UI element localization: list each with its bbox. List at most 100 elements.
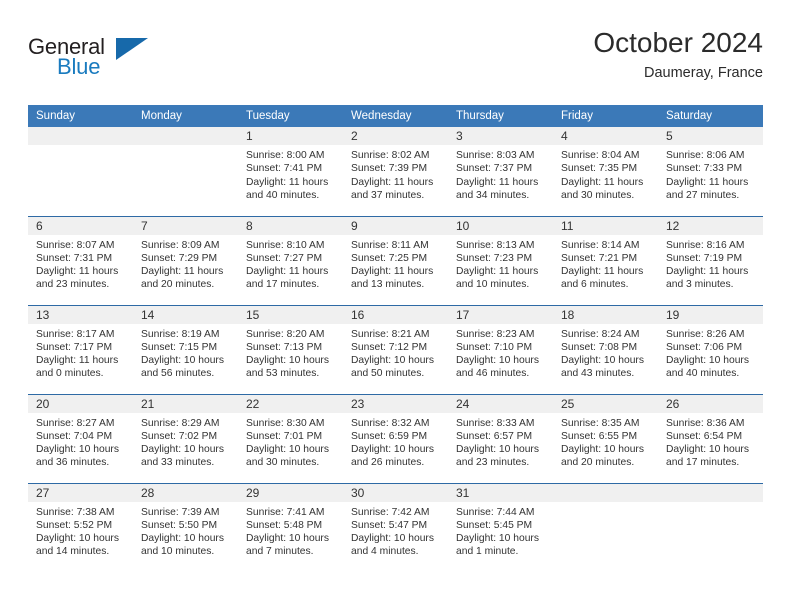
day-number: 15: [238, 305, 343, 324]
calendar-day-cell[interactable]: 6 Sunrise: 8:07 AM Sunset: 7:31 PM Daylight…: [28, 215, 133, 305]
calendar-week-row: 27 Sunrise: 7:38 AM Sunset: 5:52 PM Dayligh…: [28, 482, 763, 573]
day-cell-inner: 23 Sunrise: 8:32 AM Sunset: 6:59 PM Dayligh…: [343, 394, 448, 483]
day-cell-inner: 19 Sunrise: 8:26 AM Sunset: 7:06 PM Dayligh…: [658, 305, 763, 394]
sunrise-text: Sunrise: 8:03 AM: [456, 150, 535, 161]
sunset-text: Sunset: 7:12 PM: [351, 341, 428, 353]
sunset-text: Sunset: 7:17 PM: [36, 341, 113, 353]
day-details: Sunrise: 8:04 AM Sunset: 7:35 PM Daylight:…: [553, 145, 658, 202]
sunset-text: Sunset: 7:04 PM: [36, 430, 113, 442]
day-details: Sunrise: 8:09 AM Sunset: 7:29 PM Daylight:…: [133, 235, 238, 292]
calendar-day-cell[interactable]: 21 Sunrise: 8:29 AM Sunset: 7:02 PM Dayligh…: [133, 393, 238, 483]
daylight-text: Daylight: 10 hours and 10 minutes.: [141, 533, 224, 558]
calendar-day-cell[interactable]: 31 Sunrise: 7:44 AM Sunset: 5:45 PM Dayligh…: [448, 482, 553, 572]
day-number: [658, 483, 763, 502]
calendar-day-cell[interactable]: 9 Sunrise: 8:11 AM Sunset: 7:25 PM Daylight…: [343, 215, 448, 305]
calendar-day-cell[interactable]: 19 Sunrise: 8:26 AM Sunset: 7:06 PM Dayligh…: [658, 304, 763, 394]
sunrise-text: Sunrise: 8:17 AM: [36, 328, 115, 340]
day-details: Sunrise: 7:39 AM Sunset: 5:50 PM Daylight:…: [133, 502, 238, 559]
sunrise-text: Sunrise: 8:13 AM: [456, 239, 535, 251]
calendar-day-cell[interactable]: 24 Sunrise: 8:33 AM Sunset: 6:57 PM Dayligh…: [448, 393, 553, 483]
day-cell-inner: 8 Sunrise: 8:10 AM Sunset: 7:27 PM Daylight…: [238, 216, 343, 305]
weekday-header-tuesday: Tuesday: [238, 105, 343, 127]
daylight-text: Daylight: 11 hours and 0 minutes.: [36, 355, 119, 380]
day-details: Sunrise: 8:06 AM Sunset: 7:33 PM Daylight:…: [658, 145, 763, 202]
calendar-day-cell[interactable]: 8 Sunrise: 8:10 AM Sunset: 7:27 PM Daylight…: [238, 215, 343, 305]
daylight-text: Daylight: 10 hours and 46 minutes.: [456, 355, 539, 380]
calendar-day-cell[interactable]: 1 Sunrise: 8:00 AM Sunset: 7:41 PM Daylight…: [238, 127, 343, 216]
calendar-day-cell[interactable]: 15 Sunrise: 8:20 AM Sunset: 7:13 PM Dayligh…: [238, 304, 343, 394]
day-number: 20: [28, 394, 133, 413]
calendar-day-cell[interactable]: 17 Sunrise: 8:23 AM Sunset: 7:10 PM Dayligh…: [448, 304, 553, 394]
day-details: Sunrise: 8:10 AM Sunset: 7:27 PM Daylight:…: [238, 235, 343, 292]
day-cell-inner: 29 Sunrise: 7:41 AM Sunset: 5:48 PM Dayligh…: [238, 483, 343, 573]
sunset-text: Sunset: 6:57 PM: [456, 430, 533, 442]
calendar-day-cell[interactable]: 14 Sunrise: 8:19 AM Sunset: 7:15 PM Dayligh…: [133, 304, 238, 394]
sunset-text: Sunset: 6:55 PM: [561, 430, 638, 442]
calendar-day-cell: [658, 482, 763, 573]
calendar-day-cell[interactable]: 12 Sunrise: 8:16 AM Sunset: 7:19 PM Dayligh…: [658, 215, 763, 305]
daylight-text: Daylight: 10 hours and 40 minutes.: [666, 355, 749, 380]
calendar-day-cell[interactable]: 23 Sunrise: 8:32 AM Sunset: 6:59 PM Dayligh…: [343, 393, 448, 483]
sunrise-text: Sunrise: 7:44 AM: [456, 506, 535, 518]
day-number: 7: [133, 216, 238, 235]
day-details: Sunrise: 8:21 AM Sunset: 7:12 PM Daylight:…: [343, 324, 448, 381]
weekday-header-row: Sunday Monday Tuesday Wednesday Thursday…: [28, 105, 763, 127]
day-details: Sunrise: 8:32 AM Sunset: 6:59 PM Daylight:…: [343, 413, 448, 470]
calendar-day-cell[interactable]: 2 Sunrise: 8:02 AM Sunset: 7:39 PM Daylight…: [343, 127, 448, 216]
day-details: Sunrise: 8:30 AM Sunset: 7:01 PM Daylight:…: [238, 413, 343, 470]
title-block: October 2024 Daumeray, France: [593, 26, 763, 83]
sunset-text: Sunset: 7:37 PM: [456, 163, 533, 175]
sunset-text: Sunset: 7:08 PM: [561, 341, 638, 353]
day-cell-inner: 14 Sunrise: 8:19 AM Sunset: 7:15 PM Dayligh…: [133, 305, 238, 394]
daylight-text: Daylight: 11 hours and 6 minutes.: [561, 266, 644, 291]
calendar-day-cell[interactable]: 20 Sunrise: 8:27 AM Sunset: 7:04 PM Dayligh…: [28, 393, 133, 483]
sunset-text: Sunset: 7:39 PM: [351, 163, 428, 175]
calendar-day-cell[interactable]: 3 Sunrise: 8:03 AM Sunset: 7:37 PM Daylight…: [448, 127, 553, 216]
day-cell-inner: 21 Sunrise: 8:29 AM Sunset: 7:02 PM Dayligh…: [133, 394, 238, 483]
calendar-day-cell[interactable]: 26 Sunrise: 8:36 AM Sunset: 6:54 PM Dayligh…: [658, 393, 763, 483]
sunset-text: Sunset: 7:01 PM: [246, 430, 323, 442]
day-details: Sunrise: 7:41 AM Sunset: 5:48 PM Daylight:…: [238, 502, 343, 559]
calendar-day-cell[interactable]: 10 Sunrise: 8:13 AM Sunset: 7:23 PM Dayligh…: [448, 215, 553, 305]
day-number: 19: [658, 305, 763, 324]
day-cell-inner: 15 Sunrise: 8:20 AM Sunset: 7:13 PM Dayligh…: [238, 305, 343, 394]
day-cell-inner: [133, 127, 238, 216]
day-number: 2: [343, 127, 448, 145]
day-number: 3: [448, 127, 553, 145]
calendar-day-cell[interactable]: 4 Sunrise: 8:04 AM Sunset: 7:35 PM Daylight…: [553, 127, 658, 216]
sunset-text: Sunset: 7:35 PM: [561, 163, 638, 175]
calendar-day-cell[interactable]: 5 Sunrise: 8:06 AM Sunset: 7:33 PM Daylight…: [658, 127, 763, 216]
calendar-day-cell[interactable]: 18 Sunrise: 8:24 AM Sunset: 7:08 PM Dayligh…: [553, 304, 658, 394]
day-number: 29: [238, 483, 343, 502]
calendar-day-cell[interactable]: 29 Sunrise: 7:41 AM Sunset: 5:48 PM Dayligh…: [238, 482, 343, 573]
day-cell-inner: 1 Sunrise: 8:00 AM Sunset: 7:41 PM Daylight…: [238, 127, 343, 216]
day-details: Sunrise: 8:00 AM Sunset: 7:41 PM Daylight:…: [238, 145, 343, 202]
calendar-day-cell[interactable]: 13 Sunrise: 8:17 AM Sunset: 7:17 PM Dayligh…: [28, 304, 133, 394]
day-number: 25: [553, 394, 658, 413]
day-number: 8: [238, 216, 343, 235]
day-details: Sunrise: 8:16 AM Sunset: 7:19 PM Daylight:…: [658, 235, 763, 292]
calendar-day-cell[interactable]: 16 Sunrise: 8:21 AM Sunset: 7:12 PM Dayligh…: [343, 304, 448, 394]
calendar-day-cell[interactable]: 22 Sunrise: 8:30 AM Sunset: 7:01 PM Dayligh…: [238, 393, 343, 483]
calendar-day-cell[interactable]: 30 Sunrise: 7:42 AM Sunset: 5:47 PM Dayligh…: [343, 482, 448, 572]
daylight-text: Daylight: 10 hours and 20 minutes.: [561, 444, 644, 469]
sunset-text: Sunset: 7:19 PM: [666, 252, 743, 264]
daylight-text: Daylight: 11 hours and 34 minutes.: [456, 176, 539, 201]
day-details: Sunrise: 8:33 AM Sunset: 6:57 PM Daylight:…: [448, 413, 553, 470]
calendar-day-cell[interactable]: 7 Sunrise: 8:09 AM Sunset: 7:29 PM Daylight…: [133, 215, 238, 305]
day-number: 23: [343, 394, 448, 413]
day-details: Sunrise: 8:17 AM Sunset: 7:17 PM Daylight:…: [28, 324, 133, 381]
day-details: Sunrise: 8:02 AM Sunset: 7:39 PM Daylight:…: [343, 145, 448, 202]
day-cell-inner: 2 Sunrise: 8:02 AM Sunset: 7:39 PM Daylight…: [343, 127, 448, 216]
sunrise-sunset-calendar: Sunday Monday Tuesday Wednesday Thursday…: [28, 105, 763, 572]
calendar-day-cell[interactable]: 25 Sunrise: 8:35 AM Sunset: 6:55 PM Dayligh…: [553, 393, 658, 483]
calendar-day-cell[interactable]: 27 Sunrise: 7:38 AM Sunset: 5:52 PM Dayligh…: [28, 482, 133, 572]
calendar-day-cell[interactable]: 28 Sunrise: 7:39 AM Sunset: 5:50 PM Dayligh…: [133, 482, 238, 572]
calendar-day-cell[interactable]: 11 Sunrise: 8:14 AM Sunset: 7:21 PM Dayligh…: [553, 215, 658, 305]
day-number: 22: [238, 394, 343, 413]
day-number: 10: [448, 216, 553, 235]
daylight-text: Daylight: 10 hours and 33 minutes.: [141, 444, 224, 469]
sunrise-text: Sunrise: 8:32 AM: [351, 417, 430, 429]
sunrise-text: Sunrise: 8:10 AM: [246, 239, 325, 251]
day-cell-inner: [658, 483, 763, 573]
